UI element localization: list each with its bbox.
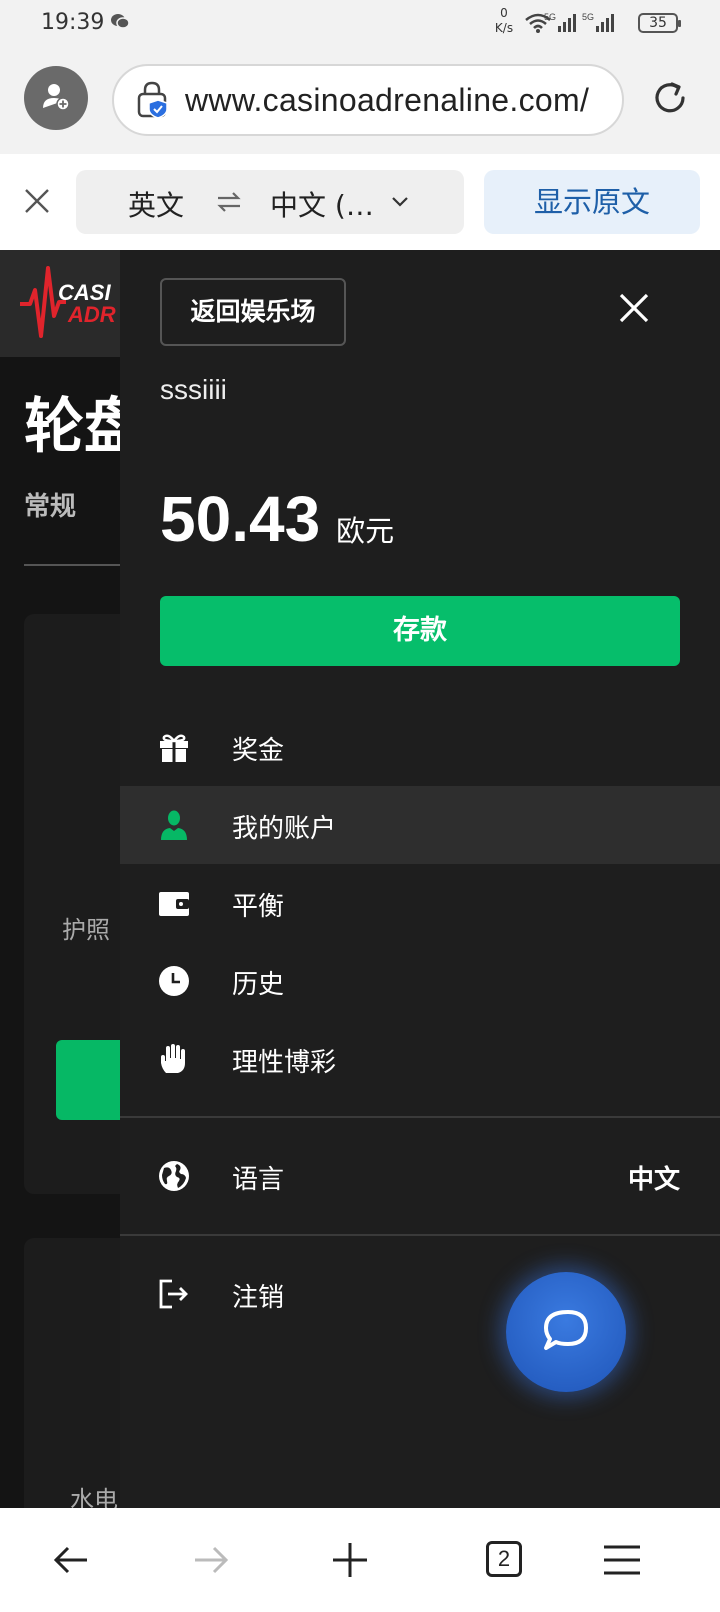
hand-icon bbox=[158, 1043, 190, 1075]
user-icon bbox=[158, 809, 190, 841]
signal-5g-icon: 5G bbox=[544, 12, 578, 38]
svg-text:5G: 5G bbox=[582, 12, 594, 22]
swap-icon bbox=[216, 190, 242, 218]
menu-item-label: 历史 bbox=[232, 970, 285, 1000]
balance-currency: 欧元 bbox=[336, 514, 395, 548]
menu-item-logout[interactable]: 注销 bbox=[120, 1236, 720, 1352]
current-language: 中文 bbox=[627, 1165, 680, 1195]
chevron-down-icon bbox=[390, 194, 410, 213]
card-label: 水电 bbox=[70, 1486, 118, 1508]
menu-item-label: 理性博彩 bbox=[232, 1048, 337, 1078]
deposit-button[interactable]: 存款 bbox=[160, 596, 680, 666]
balance-display: 50.43 欧元 bbox=[160, 482, 394, 556]
menu-item-label: 注销 bbox=[232, 1283, 285, 1313]
close-icon[interactable] bbox=[22, 186, 52, 220]
forward-arrow-icon[interactable] bbox=[190, 1540, 230, 1580]
show-original-button[interactable]: 显示原文 bbox=[484, 170, 700, 234]
casino-logo[interactable]: CASI ADR bbox=[18, 260, 120, 350]
menu-item-history[interactable]: 历史 bbox=[120, 942, 720, 1020]
balance-amount: 50.43 bbox=[160, 483, 321, 555]
menu-item-my-account[interactable]: 我的账户 bbox=[120, 786, 720, 864]
battery-icon: 35 bbox=[638, 13, 681, 33]
gift-icon bbox=[158, 731, 190, 763]
language-selector[interactable]: 英文 中文 (… bbox=[76, 170, 464, 234]
secure-lock-icon[interactable] bbox=[136, 80, 172, 124]
menu-item-label: 语言 bbox=[232, 1165, 285, 1195]
browser-bottom-nav: 2 bbox=[0, 1508, 720, 1612]
username: sssiiii bbox=[160, 374, 227, 405]
profile-add-icon bbox=[41, 81, 71, 115]
chat-bubble-icon bbox=[540, 1306, 592, 1358]
site-header: CASI ADR bbox=[0, 250, 120, 357]
menu-item-label: 平衡 bbox=[232, 892, 285, 922]
network-speed: 0 K/s bbox=[490, 6, 518, 36]
speed-unit: K/s bbox=[494, 21, 514, 35]
back-arrow-icon[interactable] bbox=[52, 1540, 92, 1580]
menu-item-bonus[interactable]: 奖金 bbox=[120, 708, 720, 786]
card-label: 护照 bbox=[62, 916, 110, 944]
tab-count-button[interactable]: 2 bbox=[486, 1541, 522, 1577]
menu-item-balance[interactable]: 平衡 bbox=[120, 864, 720, 942]
menu-item-responsible-gaming[interactable]: 理性博彩 bbox=[120, 1020, 720, 1098]
speed-value: 0 bbox=[500, 6, 508, 20]
profile-button[interactable] bbox=[24, 66, 88, 130]
tab-regular[interactable]: 常规 bbox=[24, 486, 76, 523]
clock-icon bbox=[158, 965, 190, 997]
status-time: 19:39 bbox=[41, 10, 105, 35]
svg-text:ADR: ADR bbox=[67, 302, 116, 327]
account-drawer: 返回娱乐场 sssiiii 50.43 欧元 存款 奖金 我的账户 平衡 历史 … bbox=[120, 250, 720, 1508]
target-language: 中文 (… bbox=[270, 189, 374, 222]
card-action-button[interactable] bbox=[56, 1040, 126, 1120]
svg-text:5G: 5G bbox=[544, 12, 556, 22]
browser-toolbar: www.casinoadrenaline.com/ bbox=[0, 46, 720, 154]
new-tab-plus-icon[interactable] bbox=[330, 1540, 370, 1580]
content-card bbox=[24, 1238, 134, 1508]
logout-icon bbox=[158, 1278, 190, 1310]
url-text: www.casinoadrenaline.com/ bbox=[185, 82, 590, 118]
wechat-icon bbox=[110, 12, 130, 34]
drawer-menu: 奖金 我的账户 平衡 历史 理性博彩 语言 中文 注销 bbox=[120, 708, 720, 1352]
wallet-icon bbox=[158, 887, 190, 919]
menu-item-label: 我的账户 bbox=[232, 814, 337, 844]
menu-item-language[interactable]: 语言 中文 bbox=[120, 1118, 720, 1234]
web-page: CASI ADR 轮盘 常规 护照 水电 返回娱乐场 sssiiii 50.43 欧… bbox=[0, 250, 720, 1508]
back-to-casino-button[interactable]: 返回娱乐场 bbox=[160, 278, 346, 346]
menu-icon[interactable] bbox=[602, 1540, 642, 1580]
source-language: 英文 bbox=[128, 189, 185, 222]
tab-underline bbox=[24, 564, 124, 566]
menu-item-label: 奖金 bbox=[232, 736, 285, 766]
translate-bar: 英文 中文 (… 显示原文 bbox=[0, 154, 720, 250]
signal-5g-icon: 5G bbox=[582, 12, 616, 38]
close-icon[interactable] bbox=[618, 292, 650, 328]
reload-icon[interactable] bbox=[650, 78, 690, 122]
chat-button[interactable] bbox=[506, 1272, 626, 1392]
globe-icon bbox=[158, 1160, 190, 1192]
battery-level: 35 bbox=[649, 15, 667, 31]
address-bar[interactable]: www.casinoadrenaline.com/ bbox=[112, 64, 624, 136]
status-bar: 19:39 0 K/s 5G 5G 35 bbox=[0, 0, 720, 46]
